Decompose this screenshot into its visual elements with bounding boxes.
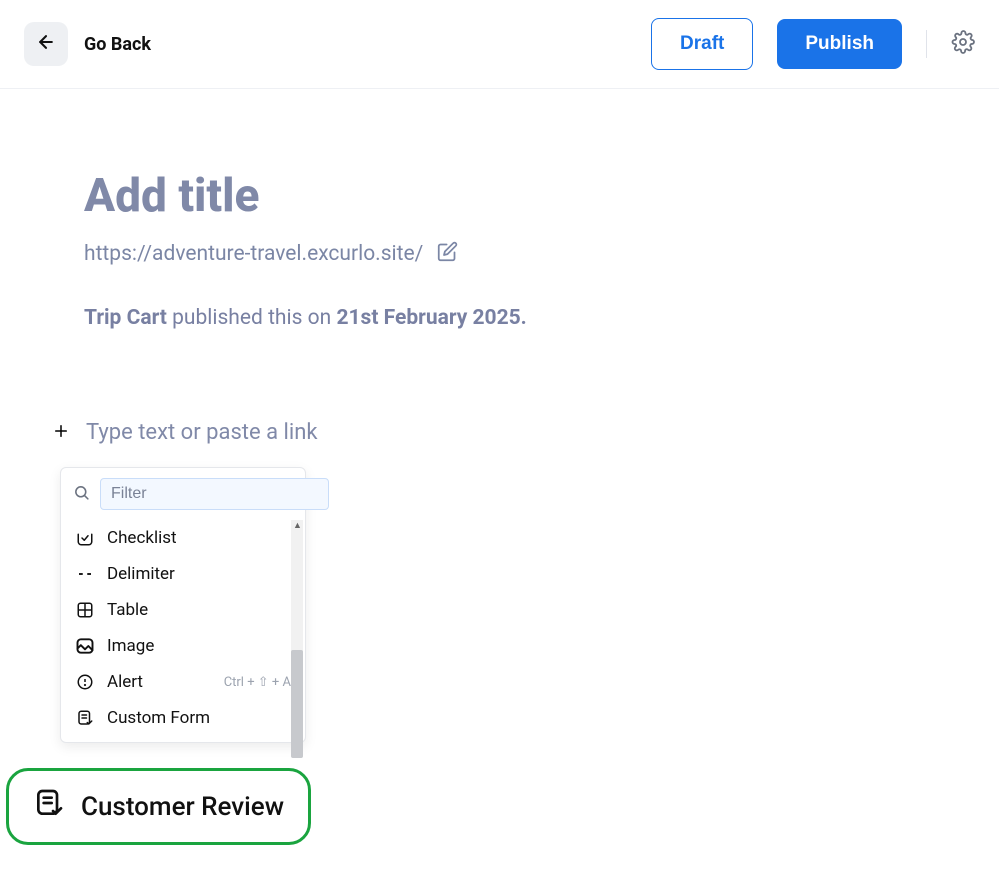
edit-url-button[interactable] <box>437 241 458 266</box>
delimiter-icon <box>75 564 95 584</box>
customer-review-callout[interactable]: Customer Review <box>6 768 311 845</box>
settings-button[interactable] <box>951 30 975 58</box>
menu-item-checklist[interactable]: Checklist <box>61 520 305 556</box>
image-icon <box>75 636 95 656</box>
menu-item-label: Image <box>107 636 291 656</box>
meta-middle: published this on <box>167 306 337 330</box>
add-block-button[interactable] <box>52 421 70 445</box>
go-back-button[interactable] <box>24 22 68 66</box>
menu-item-custom-form[interactable]: Custom Form <box>61 700 305 736</box>
menu-item-alert[interactable]: Alert Ctrl + ⇧ + A <box>61 664 305 700</box>
menu-item-image[interactable]: Image <box>61 628 305 664</box>
customer-review-label: Customer Review <box>81 792 284 822</box>
publish-button[interactable]: Publish <box>777 19 902 69</box>
meta-author: Trip Cart <box>84 306 167 330</box>
menu-item-label: Alert <box>107 672 212 692</box>
editor-row: Type text or paste a link <box>52 420 999 445</box>
filter-input[interactable] <box>100 478 329 510</box>
block-menu: ▲ Checklist Delimiter <box>60 467 306 743</box>
menu-item-table[interactable]: Table <box>61 592 305 628</box>
draft-button[interactable]: Draft <box>651 18 753 70</box>
header-right: Draft Publish <box>651 18 975 70</box>
filter-row <box>61 468 305 520</box>
header: Go Back Draft Publish <box>0 0 999 89</box>
customer-review-icon <box>33 787 65 826</box>
arrow-left-icon <box>36 32 56 56</box>
scroll-up-arrow[interactable]: ▲ <box>293 520 302 531</box>
menu-item-shortcut: Ctrl + ⇧ + A <box>224 675 291 690</box>
page-url: https://adventure-travel.excurlo.site/ <box>84 242 423 266</box>
checklist-icon <box>75 528 95 548</box>
meta-date: 21st February 2025. <box>336 306 526 330</box>
menu-item-label: Delimiter <box>107 564 291 584</box>
menu-list: ▲ Checklist Delimiter <box>61 520 305 742</box>
scrollbar-thumb[interactable] <box>291 650 303 758</box>
table-icon <box>75 600 95 620</box>
alert-icon <box>75 672 95 692</box>
plus-icon <box>52 422 70 440</box>
form-icon <box>75 708 95 728</box>
gear-icon <box>951 30 975 54</box>
editor-placeholder[interactable]: Type text or paste a link <box>86 420 318 445</box>
content: Add title https://adventure-travel.excur… <box>0 89 999 743</box>
menu-item-label: Custom Form <box>107 708 291 728</box>
search-icon <box>73 484 90 505</box>
meta-line: Trip Cart published this on 21st Februar… <box>84 306 999 330</box>
url-row: https://adventure-travel.excurlo.site/ <box>84 241 999 266</box>
menu-item-label: Checklist <box>107 528 291 548</box>
header-left: Go Back <box>24 22 151 66</box>
edit-icon <box>437 241 458 262</box>
menu-item-delimiter[interactable]: Delimiter <box>61 556 305 592</box>
divider <box>926 30 927 58</box>
menu-item-label: Table <box>107 600 291 620</box>
go-back-label: Go Back <box>84 34 151 55</box>
title-input[interactable]: Add title <box>84 169 999 223</box>
